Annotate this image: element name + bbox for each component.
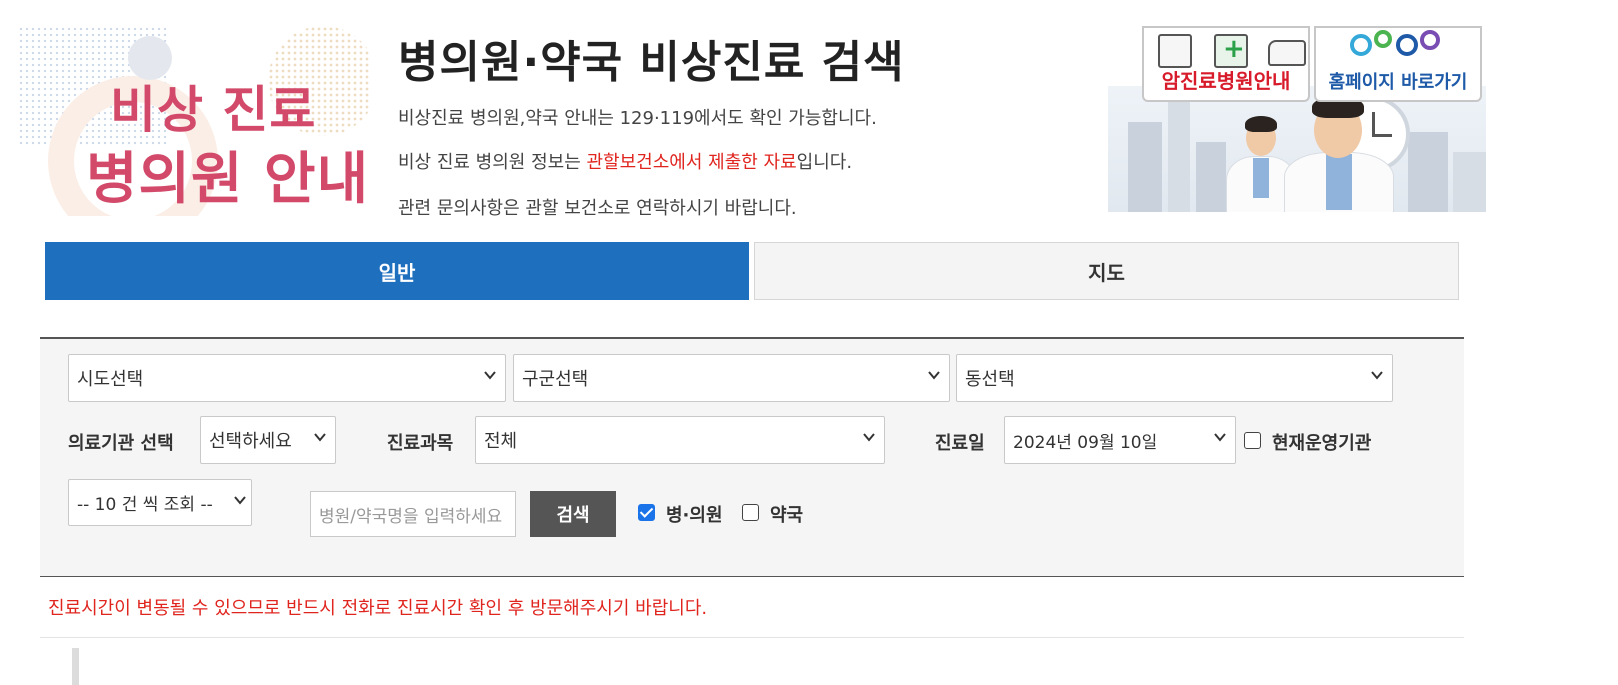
institution-label: 의료기관 선택 — [68, 433, 174, 454]
hospital-checkbox[interactable] — [638, 504, 655, 521]
name-search-input[interactable]: 병원/약국명을 입력하세요 — [310, 491, 516, 537]
intro-line-contact: 관련 문의사항은 관할 보건소로 연락하시기 바랍니다. — [398, 198, 797, 219]
cancer-hospital-link-label: 암진료병원안내 — [1161, 69, 1291, 93]
institution-select[interactable]: 선택하세요 — [200, 416, 336, 464]
homepage-logo-icon — [1420, 30, 1440, 50]
dong-select-value: 동선택 — [965, 369, 1015, 390]
divider — [40, 637, 1464, 638]
gugun-select[interactable]: 구군선택 — [513, 354, 950, 402]
medicine-bottle-icon — [1214, 34, 1248, 68]
open-now-checkbox[interactable] — [1244, 432, 1261, 449]
dong-select[interactable]: 동선택 — [956, 354, 1393, 402]
sido-select-value: 시도선택 — [77, 369, 144, 390]
hours-notice: 진료시간이 변동될 수 있으므로 반드시 전화로 진료시간 확인 후 방문해주시… — [48, 598, 708, 619]
institution-select-value: 선택하세요 — [209, 431, 292, 452]
doctor-banner-image: 암진료병원안내 홈페이지 바로가기 — [1108, 26, 1486, 212]
homepage-link-label: 홈페이지 바로가기 — [1328, 72, 1468, 93]
building-shape — [1408, 132, 1448, 212]
date-select-value: 2024년 09월 10일 — [1013, 432, 1158, 453]
date-select[interactable]: 2024년 09월 10일 — [1004, 416, 1236, 464]
emergency-banner-image: 비상 진료 병의원 안내 — [18, 26, 370, 216]
date-label: 진료일 — [935, 433, 985, 454]
tab-map[interactable]: 지도 — [754, 242, 1459, 300]
name-search-placeholder: 병원/약국명을 입력하세요 — [319, 506, 503, 527]
building-shape — [1168, 92, 1190, 212]
intro-line-phone: 비상진료 병의원,약국 안내는 129·119에서도 확인 가능합니다. — [398, 108, 877, 129]
doctor-figure-main — [1284, 96, 1394, 212]
per-page-select[interactable]: -- 10 건 씩 조회 -- — [68, 479, 252, 526]
homepage-logo-icon — [1350, 34, 1372, 56]
per-page-select-value: -- 10 건 씩 조회 -- — [77, 495, 213, 515]
homepage-logo-icon — [1374, 30, 1392, 48]
ambulance-icon — [1268, 40, 1306, 66]
search-panel: 시도선택 구군선택 동선택 의료기관 선택 선택하세요 진료과목 전체 진료일 … — [40, 337, 1464, 577]
homepage-logo-icon — [1396, 34, 1418, 56]
gugun-select-value: 구군선택 — [522, 369, 589, 390]
page-title: 병의원·약국 비상진료 검색 — [398, 37, 905, 88]
building-shape — [1128, 122, 1162, 212]
sido-select[interactable]: 시도선택 — [68, 354, 506, 402]
building-shape — [1196, 142, 1226, 212]
hospital-building-icon — [1158, 34, 1192, 68]
intro-highlight: 관할보건소에서 제출한 자료 — [586, 152, 797, 173]
banner-text-line2: 병의원 안내 — [86, 147, 370, 212]
intro-text: 비상 진료 병의원 정보는 — [398, 152, 587, 173]
building-shape — [1453, 152, 1486, 212]
pharmacy-checkbox[interactable] — [742, 504, 759, 521]
department-select-value: 전체 — [484, 431, 518, 452]
chevron-down-icon — [928, 371, 940, 380]
chevron-down-icon — [1371, 371, 1383, 380]
cancer-hospital-link[interactable]: 암진료병원안내 — [1142, 26, 1310, 102]
tab-general[interactable]: 일반 — [45, 242, 749, 300]
chevron-down-icon — [1214, 433, 1226, 442]
intro-line-source: 비상 진료 병의원 정보는 관할보건소에서 제출한 자료입니다. — [398, 148, 852, 174]
chevron-down-icon — [234, 496, 246, 505]
open-now-label: 현재운영기관 — [1272, 433, 1372, 454]
intro-text: 입니다. — [796, 152, 853, 173]
banner-text-line1: 비상 진료 — [110, 81, 317, 139]
search-button[interactable]: 검색 — [530, 491, 616, 537]
chevron-down-icon — [863, 433, 875, 442]
pharmacy-checkbox-label: 약국 — [770, 505, 804, 526]
chevron-down-icon — [314, 433, 326, 442]
department-label: 진료과목 — [387, 433, 454, 454]
homepage-link[interactable]: 홈페이지 바로가기 — [1314, 26, 1482, 102]
chevron-down-icon — [484, 371, 496, 380]
results-left-border — [72, 648, 79, 685]
department-select[interactable]: 전체 — [475, 416, 885, 464]
hospital-checkbox-label: 병·의원 — [666, 505, 723, 526]
